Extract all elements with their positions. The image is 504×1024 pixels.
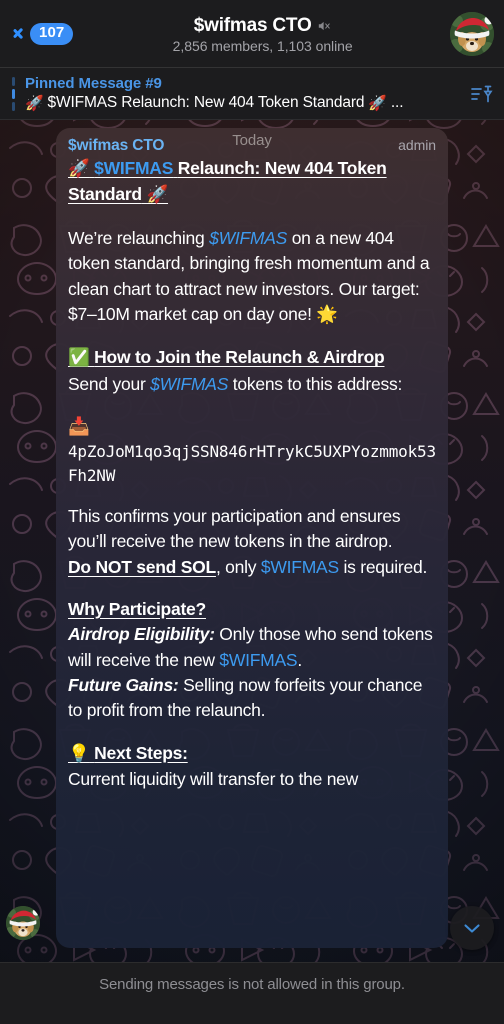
- paragraph-warning-b: is required.: [338, 556, 428, 577]
- light-bulb-icon: 💡: [68, 743, 90, 764]
- heading-next-steps: 💡 Next Steps:: [68, 741, 436, 767]
- message-list[interactable]: Today $wifmas CTO admin 🚀 $WIFMAS Relaun…: [0, 120, 504, 962]
- rocket-icon-end: 🚀: [368, 93, 387, 112]
- chat-title: $wifmas CTO: [193, 15, 312, 36]
- pinned-message-label: Pinned Message #9: [25, 74, 162, 92]
- check-mark-icon: ✅: [68, 348, 90, 369]
- chevron-left-icon: [12, 23, 25, 45]
- rocket-icon: 🚀: [68, 159, 90, 179]
- paragraph-warning: Do NOT send SOL, only $WIFMAS is require…: [68, 555, 436, 580]
- paragraph-airdrop-eligibility: Airdrop Eligibility: Only those who send…: [68, 622, 436, 673]
- heading-next-steps-text: Next Steps:: [94, 742, 188, 763]
- pinned-progress-indicator: [12, 77, 15, 111]
- label-airdrop-eligibility: Airdrop Eligibility:: [68, 624, 215, 645]
- dog-santa-avatar-icon: [450, 12, 494, 56]
- message-row: $wifmas CTO admin 🚀 $WIFMAS Relaunch: Ne…: [0, 128, 504, 948]
- pinned-snippet-ellipsis: ...: [390, 94, 404, 112]
- heading-how-to-join: ✅ How to Join the Relaunch & Airdrop: [68, 345, 436, 371]
- message-bubble-header: $wifmas CTO admin: [68, 137, 436, 155]
- chat-header-info[interactable]: $wifmas CTO 2,856 members, 1,103 online: [75, 15, 450, 54]
- message-sender-avatar[interactable]: [6, 906, 40, 940]
- wallet-address[interactable]: 4pZoJoM1qo3qjSSN846rHTrykC5UXPYozmmok53F…: [68, 440, 436, 486]
- label-future-gains: Future Gains:: [68, 675, 179, 695]
- paragraph-intro: We’re relaunching $WIFMAS on a new 404 t…: [68, 226, 436, 329]
- sending-disabled-notice: Sending messages is not allowed in this …: [99, 976, 405, 993]
- message-sender-name[interactable]: $wifmas CTO: [68, 137, 164, 155]
- rocket-icon: 🚀: [25, 93, 44, 112]
- pinned-message-texts: Pinned Message #9 🚀 $WIFMAS Relaunch: Ne…: [25, 75, 460, 114]
- back-button[interactable]: 107: [10, 19, 75, 49]
- paragraph-next-steps: Current liquidity will transfer to the n…: [68, 769, 359, 790]
- scroll-to-bottom-button[interactable]: [450, 906, 494, 950]
- pinned-message-bar[interactable]: Pinned Message #9 🚀 $WIFMAS Relaunch: Ne…: [0, 68, 504, 120]
- muted-speaker-icon: [318, 21, 330, 31]
- message-text-body: 🚀 $WIFMAS Relaunch: New 404 Token Standa…: [68, 156, 436, 793]
- heading-how-to-join-text: How to Join the Relaunch & Airdrop: [94, 347, 385, 368]
- pinned-message-snippet: 🚀 $WIFMAS Relaunch: New 404 Token Standa…: [25, 93, 460, 113]
- chat-header: 107 $wifmas CTO 2,856 members, 1,103 onl…: [0, 0, 504, 68]
- ticker-mention[interactable]: $WIFMAS: [219, 650, 297, 670]
- warning-do-not-send-sol: Do NOT send SOL: [68, 556, 216, 577]
- message-title-line: 🚀 $WIFMAS Relaunch: New 404 Token Standa…: [68, 156, 436, 209]
- message-input-disabled-bar: Sending messages is not allowed in this …: [0, 962, 504, 1024]
- inbox-tray-icon: 📥: [68, 417, 90, 437]
- inbox-emoji-line: 📥: [68, 414, 436, 440]
- message-title-ticker[interactable]: $WIFMAS: [94, 158, 173, 178]
- paragraph-send-tokens: Send your $WIFMAS tokens to this address…: [68, 372, 436, 397]
- rocket-icon-end: 🚀: [146, 185, 169, 206]
- message-bubble[interactable]: $wifmas CTO admin 🚀 $WIFMAS Relaunch: Ne…: [56, 128, 448, 948]
- paragraph-send-a: Send your: [68, 373, 151, 394]
- ticker-mention[interactable]: $WIFMAS: [209, 228, 287, 248]
- paragraph-future-gains: Future Gains: Selling now forfeits your …: [68, 673, 436, 724]
- heading-why-participate: Why Participate?: [68, 598, 206, 619]
- pinned-list-icon[interactable]: [468, 81, 494, 107]
- chevron-down-icon: [464, 924, 480, 933]
- ticker-mention[interactable]: $WIFMAS: [150, 374, 228, 394]
- paragraph-confirmation: This confirms your participation and ens…: [68, 505, 401, 552]
- paragraph-intro-a: We’re relaunching: [68, 227, 210, 248]
- telegram-chat-screen: 107 $wifmas CTO 2,856 members, 1,103 onl…: [0, 0, 504, 1024]
- message-admin-badge: admin: [398, 137, 436, 153]
- ticker-mention[interactable]: $WIFMAS: [261, 557, 339, 577]
- pinned-snippet-text: $WIFMAS Relaunch: New 404 Token Standard: [47, 94, 365, 112]
- chat-subtitle: 2,856 members, 1,103 online: [172, 38, 353, 54]
- chat-avatar[interactable]: [450, 12, 494, 56]
- star-icon: 🌟: [316, 304, 338, 325]
- paragraph-eligibility-b: .: [297, 649, 302, 670]
- unread-count-badge[interactable]: 107: [30, 23, 74, 45]
- paragraph-warning-a: , only: [215, 556, 261, 577]
- paragraph-send-b: tokens to this address:: [228, 373, 403, 394]
- dog-santa-avatar-icon-small: [6, 906, 40, 940]
